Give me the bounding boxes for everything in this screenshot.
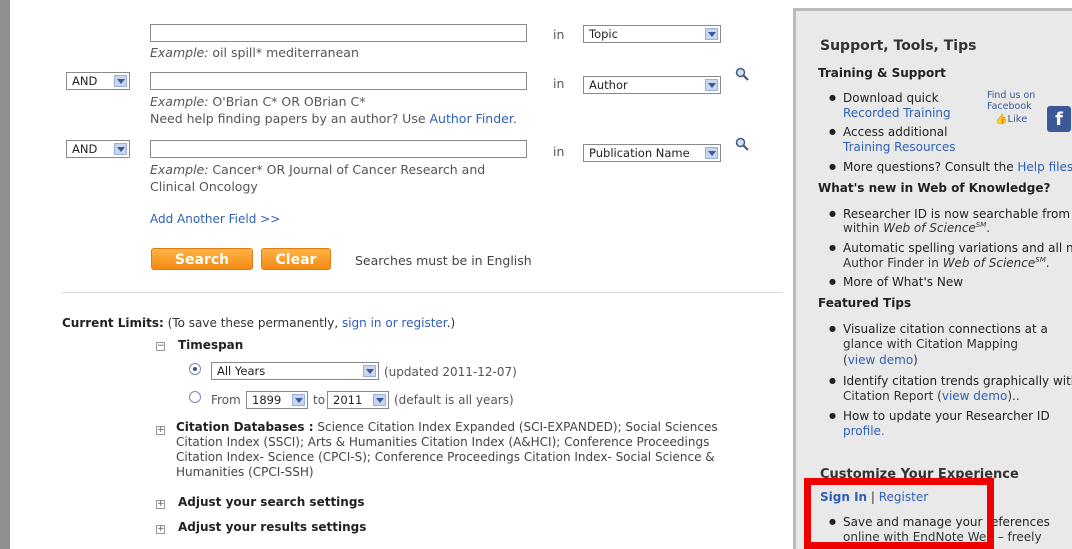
chevron-down-icon bbox=[292, 394, 305, 406]
left-edge-bar bbox=[0, 0, 10, 549]
author-lookup-icon[interactable] bbox=[735, 67, 749, 81]
expand-icon[interactable]: + bbox=[156, 500, 165, 509]
citation-databases: Citation Databases : Science Citation In… bbox=[176, 420, 718, 479]
sign-in-register-link[interactable]: sign in or register bbox=[342, 316, 447, 330]
field-select-1[interactable]: Topic bbox=[583, 25, 721, 43]
chevron-down-icon bbox=[114, 75, 127, 87]
years-select[interactable]: All Years bbox=[211, 362, 379, 380]
timespan-heading: Timespan bbox=[178, 338, 244, 352]
tip-1-demo: (view demo) bbox=[843, 353, 918, 367]
whats-new-heading: What's new in Web of Knowledge? bbox=[818, 181, 1051, 195]
field-select-2-value: Author bbox=[589, 78, 628, 92]
expand-icon[interactable]: + bbox=[156, 426, 165, 435]
training-heading: Training & Support bbox=[818, 66, 946, 80]
whats-new-1: Researcher ID is now searchable from bbox=[829, 206, 1070, 222]
facebook-widget[interactable]: Find us on Facebook 👍Like f bbox=[983, 90, 1071, 132]
chevron-down-icon bbox=[114, 143, 127, 155]
tip-1-cont: glance with Citation Mapping bbox=[843, 337, 1019, 351]
more-questions: More questions? Consult the Help files bbox=[829, 159, 1072, 175]
example-1: Example: oil spill* mediterranean bbox=[150, 45, 359, 60]
researcher-id-link-cont[interactable]: profile. bbox=[843, 424, 885, 438]
to-year-select[interactable]: 2011 bbox=[327, 391, 389, 409]
tip-2: Identify citation trends graphically wit… bbox=[829, 373, 1072, 389]
facebook-icon[interactable]: f bbox=[1047, 106, 1071, 132]
example-2: Example: O'Brian C* OR OBrian C* bbox=[150, 94, 366, 109]
training-resources-link[interactable]: Training Resources bbox=[843, 140, 955, 154]
in-label-1: in bbox=[553, 27, 565, 42]
chevron-down-icon bbox=[705, 28, 718, 40]
chevron-down-icon bbox=[373, 394, 386, 406]
all-years-radio[interactable] bbox=[189, 363, 201, 375]
view-demo-link-2[interactable]: view demo bbox=[942, 389, 1007, 403]
example-3: Example: Cancer* OR Journal of Cancer Re… bbox=[150, 162, 486, 177]
from-year-value: 1899 bbox=[252, 393, 282, 407]
field-select-3-value: Publication Name bbox=[589, 146, 690, 160]
in-label-2: in bbox=[553, 76, 565, 91]
from-year-select[interactable]: 1899 bbox=[246, 391, 308, 409]
clear-button[interactable]: Clear bbox=[261, 248, 331, 270]
featured-tips-heading: Featured Tips bbox=[818, 296, 912, 310]
access-training-link[interactable]: Access additional bbox=[829, 124, 947, 140]
topic-search-input[interactable] bbox=[150, 24, 527, 42]
in-label-3: in bbox=[553, 144, 565, 159]
to-year-value: 2011 bbox=[333, 393, 363, 407]
help-files-link[interactable]: Help files bbox=[1017, 160, 1072, 174]
current-limits: Current Limits: (To save these permanent… bbox=[62, 316, 456, 330]
bool-select-3-value: AND bbox=[72, 142, 98, 156]
bool-select-2-value: AND bbox=[72, 74, 98, 88]
years-select-value: All Years bbox=[217, 364, 266, 378]
author-finder-link[interactable]: Author Finder bbox=[430, 111, 513, 126]
field-select-2[interactable]: Author bbox=[583, 76, 721, 94]
chevron-down-icon bbox=[705, 79, 718, 91]
collapse-icon[interactable]: − bbox=[156, 342, 165, 351]
tip-1: Visualize citation connections at a bbox=[829, 321, 1048, 337]
chevron-down-icon bbox=[363, 365, 376, 377]
adjust-results-settings[interactable]: Adjust your results settings bbox=[178, 520, 366, 534]
expand-icon[interactable]: + bbox=[156, 525, 165, 534]
whats-new-2: Automatic spelling variations and all n bbox=[829, 240, 1072, 256]
publication-lookup-icon[interactable] bbox=[735, 137, 749, 151]
field-select-1-value: Topic bbox=[589, 27, 618, 41]
facebook-caption: Find us on Facebook bbox=[987, 90, 1036, 112]
whats-new-2-cont: Author Finder in Web of ScienceSM. bbox=[843, 256, 1050, 270]
divider bbox=[62, 292, 783, 293]
updated-date: (updated 2011-12-07) bbox=[384, 365, 517, 379]
bool-select-2[interactable]: AND bbox=[66, 72, 130, 90]
highlight-annotation bbox=[804, 478, 994, 549]
download-training-link[interactable]: Download quick bbox=[829, 90, 939, 106]
tip-2-cont: Citation Report (view demo).. bbox=[843, 389, 1020, 403]
example-3-cont: Clinical Oncology bbox=[150, 179, 258, 194]
panel-title: Support, Tools, Tips bbox=[820, 38, 977, 54]
add-another-field-link[interactable]: Add Another Field >> bbox=[150, 212, 280, 226]
english-note: Searches must be in English bbox=[355, 253, 532, 268]
adjust-search-settings[interactable]: Adjust your search settings bbox=[178, 495, 365, 509]
search-button[interactable]: Search bbox=[151, 248, 253, 270]
to-label: to bbox=[313, 393, 326, 407]
field-select-3[interactable]: Publication Name bbox=[583, 144, 721, 162]
author-search-input[interactable] bbox=[150, 72, 527, 90]
chevron-down-icon bbox=[705, 147, 718, 159]
more-whats-new-link[interactable]: More of What's New bbox=[829, 274, 963, 290]
bool-select-3[interactable]: AND bbox=[66, 140, 130, 158]
like-button[interactable]: 👍Like bbox=[995, 114, 1027, 125]
publication-search-input[interactable] bbox=[150, 140, 527, 158]
view-demo-link[interactable]: view demo bbox=[848, 353, 913, 367]
from-label: From bbox=[211, 393, 241, 407]
default-note: (default is all years) bbox=[394, 393, 514, 407]
year-range-radio[interactable] bbox=[189, 391, 201, 403]
whats-new-1-cont: within Web of ScienceSM. bbox=[843, 221, 991, 235]
researcher-id-link[interactable]: How to update your Researcher ID bbox=[829, 408, 1050, 424]
author-help-text: Need help finding papers by an author? U… bbox=[150, 111, 517, 126]
recorded-training-link[interactable]: Recorded Training bbox=[843, 106, 951, 120]
